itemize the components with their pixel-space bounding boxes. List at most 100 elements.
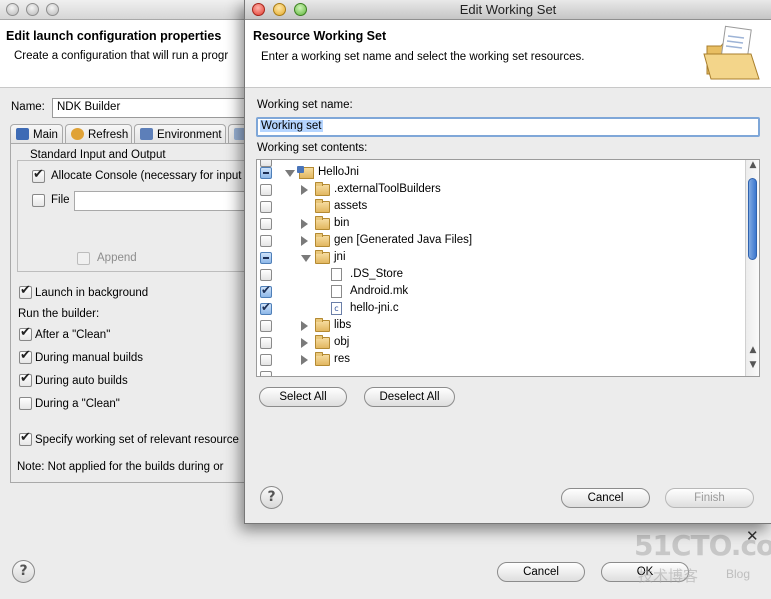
dialog-titlebar: Edit Working Set <box>245 0 771 20</box>
tree-row[interactable]: gen [Generated Java Files] <box>257 233 745 250</box>
disclosure-closed-icon[interactable] <box>301 185 308 195</box>
tab-refresh[interactable]: Refresh <box>65 124 132 144</box>
name-label: Name: <box>11 101 45 113</box>
folder-icon <box>315 199 330 213</box>
tree-checkbox[interactable] <box>260 269 272 281</box>
window-zoom-button[interactable] <box>46 3 59 16</box>
tree-row[interactable]: jni <box>257 250 745 267</box>
tree-checkbox[interactable] <box>260 337 272 349</box>
tree-row-partial <box>257 369 745 376</box>
tree-item-label: assets <box>334 200 368 212</box>
folder-icon <box>703 25 760 80</box>
tree-item-label: .DS_Store <box>350 268 404 280</box>
watermark-site: 51CTO.com <box>634 529 771 562</box>
project-icon <box>297 166 314 179</box>
append-checkbox[interactable] <box>77 252 90 265</box>
during-clean-checkbox[interactable] <box>19 397 32 410</box>
scroll-up-top-icon[interactable]: ▲ <box>747 160 759 170</box>
scroll-thumb[interactable] <box>748 178 757 260</box>
edit-working-set-dialog: Edit Working Set Resource Working Set En… <box>244 0 771 524</box>
after-clean-checkbox[interactable] <box>19 325 32 341</box>
scroll-down-icon[interactable]: ▼ <box>747 360 759 370</box>
scroll-up-icon[interactable]: ▲ <box>747 345 759 355</box>
folder-icon <box>315 335 330 349</box>
file-checkbox[interactable] <box>32 194 45 207</box>
tree-item-label: Android.mk <box>350 285 409 297</box>
environment-icon <box>140 128 153 140</box>
tree-item-label: bin <box>334 217 350 229</box>
disclosure-open-icon[interactable] <box>285 170 295 177</box>
back-header-description: Create a configuration that will run a p… <box>14 50 229 62</box>
specify-working-set-checkbox[interactable] <box>19 430 32 446</box>
deselect-all-button[interactable]: Deselect All <box>364 387 455 407</box>
folder-icon <box>315 233 330 247</box>
disclosure-closed-icon[interactable] <box>301 338 308 348</box>
watermark: 51CTO.com 技术博客 Blog <box>632 525 771 595</box>
help-icon[interactable]: ? <box>12 560 35 583</box>
tab-main[interactable]: Main <box>10 124 63 144</box>
select-all-button[interactable]: Select All <box>259 387 347 407</box>
tree-checkbox[interactable] <box>260 201 272 213</box>
window-close-button[interactable] <box>6 3 19 16</box>
tree-item-label: gen [Generated Java Files] <box>334 234 473 246</box>
tree-scrollbar[interactable]: ▲ ▲ ▼ <box>745 160 759 376</box>
tab-refresh-label: Refresh <box>88 129 129 141</box>
tree-row[interactable]: .DS_Store <box>257 267 745 284</box>
ws-name-value: Working set <box>260 120 323 132</box>
tree-checkbox[interactable] <box>260 354 272 366</box>
tab-environment[interactable]: Environment <box>134 124 226 144</box>
c-file-icon: c <box>331 302 342 315</box>
window-minimize-button[interactable] <box>26 3 39 16</box>
tree-row[interactable]: bin <box>257 216 745 233</box>
tree-row[interactable]: res <box>257 352 745 369</box>
refresh-icon <box>71 128 84 140</box>
file-icon <box>331 285 342 298</box>
append-label: Append <box>97 252 137 264</box>
file-path-input[interactable] <box>74 191 249 211</box>
note-text: Note: Not applied for the builds during … <box>17 461 224 473</box>
dialog-help-icon[interactable]: ? <box>260 486 283 509</box>
tree-checkbox[interactable] <box>260 218 272 230</box>
tree-row[interactable]: .externalToolBuilders <box>257 182 745 199</box>
disclosure-closed-icon[interactable] <box>301 236 308 246</box>
tree-row[interactable]: Android.mk <box>257 283 745 301</box>
tab-environment-label: Environment <box>157 129 222 141</box>
tree-checkbox[interactable] <box>260 252 272 264</box>
tree-row[interactable]: c hello-jni.c <box>257 300 745 318</box>
tree-row[interactable]: HelloJni <box>257 165 745 182</box>
dialog-cancel-button[interactable]: Cancel <box>561 488 650 508</box>
tree-checkbox[interactable] <box>260 300 272 315</box>
tree-checkbox[interactable] <box>260 320 272 332</box>
launch-background-label: Launch in background <box>35 287 149 299</box>
tree-item-label: libs <box>334 319 352 331</box>
ws-contents-tree[interactable]: HelloJni .externalToolBuilders assets bin ge… <box>256 159 760 377</box>
folder-icon <box>315 352 330 366</box>
allocate-console-label: Allocate Console (necessary for input <box>51 170 242 182</box>
ws-name-input[interactable]: Working set <box>256 117 760 137</box>
launch-background-checkbox[interactable] <box>19 283 32 299</box>
tree-checkbox[interactable] <box>260 371 272 376</box>
allocate-console-checkbox[interactable] <box>32 167 45 183</box>
back-cancel-button[interactable]: Cancel <box>497 562 585 582</box>
tree-checkbox[interactable] <box>260 235 272 247</box>
disclosure-closed-icon[interactable] <box>301 321 308 331</box>
dialog-finish-button[interactable]: Finish <box>665 488 754 508</box>
dialog-header-description: Enter a working set name and select the … <box>261 51 585 63</box>
auto-builds-checkbox[interactable] <box>19 371 32 387</box>
run-builder-label: Run the builder: <box>18 308 100 320</box>
tree-row[interactable]: assets <box>257 199 745 216</box>
disclosure-closed-icon[interactable] <box>301 355 308 365</box>
disclosure-open-icon[interactable] <box>301 255 311 262</box>
tree-row[interactable]: libs <box>257 318 745 335</box>
manual-builds-checkbox[interactable] <box>19 348 32 364</box>
folder-icon <box>315 250 330 264</box>
tab-main-label: Main <box>33 129 58 141</box>
tree-checkbox[interactable] <box>260 283 272 298</box>
build-options-panel: Standard Input and Output Allocate Conso… <box>10 143 251 483</box>
tree-item-label: obj <box>334 336 350 348</box>
io-group: Allocate Console (necessary for input Fi… <box>17 160 251 272</box>
tree-row[interactable]: obj <box>257 335 745 352</box>
tree-checkbox[interactable] <box>260 184 272 196</box>
disclosure-closed-icon[interactable] <box>301 219 308 229</box>
tree-checkbox[interactable] <box>260 167 272 179</box>
